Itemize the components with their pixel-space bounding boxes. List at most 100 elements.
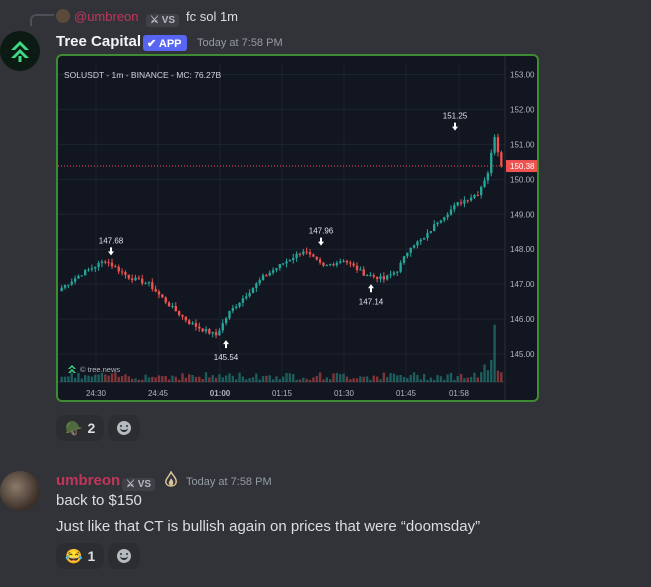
volume-bar [399, 374, 402, 382]
annotation-label: 145.54 [214, 353, 239, 362]
volume-bar [90, 376, 94, 382]
volume-bar [130, 378, 134, 382]
tree-logo-icon [68, 365, 76, 373]
candle-body [486, 173, 490, 181]
volume-bar [278, 379, 281, 382]
annotation-label: 147.96 [309, 227, 334, 236]
candle-body [120, 271, 124, 273]
candle-body [228, 311, 231, 319]
reply-guild-tag[interactable]: ⚔ VS [146, 10, 180, 27]
candle-body [382, 276, 386, 280]
check-icon: ✔ [147, 38, 157, 50]
volume-bar [198, 376, 201, 382]
candle-body [90, 268, 94, 270]
candle-body [271, 270, 275, 273]
bot-username[interactable]: Tree Capital [56, 33, 141, 50]
candle-body [130, 278, 134, 281]
chart-image[interactable]: 153.00 152.00 151.00 150.00 149.00 148.00 147.… [56, 54, 539, 402]
flame-badge-icon[interactable] [163, 470, 179, 489]
candle-body [164, 297, 167, 303]
volume-bar [188, 374, 191, 382]
candle-body [308, 252, 312, 255]
y-tick-label: 149.00 [510, 210, 535, 219]
y-tick-label: 152.00 [510, 105, 535, 114]
arrow-up-icon [368, 284, 374, 293]
candle-body [349, 262, 352, 264]
message-timestamp[interactable]: Today at 7:58 PM [197, 37, 283, 49]
volume-bar [171, 375, 174, 382]
candle-body [339, 261, 342, 263]
candle-body [372, 275, 375, 277]
volume-bar [433, 379, 436, 382]
reaction-count: 2 [87, 420, 96, 436]
reply-username[interactable]: @umbreon [74, 9, 139, 24]
candle-body [453, 205, 456, 210]
reply-text[interactable]: fc sol 1m [186, 9, 238, 24]
candle-body [490, 152, 493, 174]
volume-bar [292, 373, 295, 382]
add-reaction-button[interactable] [108, 543, 141, 569]
volume-bar [409, 375, 412, 382]
volume-bar [406, 378, 409, 382]
arrow-down-icon [108, 247, 114, 256]
candle-body [332, 264, 335, 266]
x-tick-label: 01:58 [449, 389, 470, 398]
user-username[interactable]: umbreon [56, 472, 120, 489]
candle-body [144, 283, 147, 285]
volume-bar [402, 376, 406, 382]
watermark-label: © tree.news [80, 365, 120, 374]
add-reaction-smile-icon [117, 549, 132, 563]
candle-body [446, 214, 449, 218]
volume-bar [124, 374, 127, 382]
annotation-label: 151.25 [443, 112, 468, 121]
volume-bar [224, 375, 228, 382]
volume-bar [476, 377, 480, 382]
volume-bar [238, 372, 241, 382]
volume-bar [265, 375, 268, 382]
volume-bar [164, 375, 167, 382]
volume-bar [305, 378, 308, 382]
candle-body [483, 180, 486, 187]
joy-emoji: 😂 [65, 547, 83, 564]
volume-bar [322, 379, 325, 382]
candle-body [419, 239, 422, 242]
user-message-timestamp[interactable]: Today at 7:58 PM [186, 476, 272, 488]
volume-bar [419, 379, 422, 382]
candle-body [87, 269, 90, 271]
volume-bar [483, 364, 486, 382]
candle-body [500, 152, 503, 167]
chart-title: SOLUSDT - 1m - BINANCE - MC: 76.27B [64, 70, 221, 80]
candle-body [137, 277, 141, 279]
volume-bar [362, 376, 365, 382]
candle-body [181, 314, 184, 317]
reply-avatar[interactable] [56, 9, 70, 23]
candle-body [298, 253, 302, 255]
volume-bar [144, 374, 147, 382]
volume-bar [177, 379, 181, 382]
volume-bar [389, 373, 392, 382]
add-reaction-button[interactable] [108, 415, 141, 441]
volume-bar [285, 373, 288, 382]
volume-bar [120, 375, 124, 382]
volume-bar [302, 377, 305, 382]
user-guild-tag[interactable]: ⚔ VS [122, 474, 156, 491]
candle-body [456, 202, 459, 206]
candle-body [261, 275, 265, 281]
candle-body [396, 271, 399, 273]
candle-body [114, 266, 117, 268]
volume-bar [372, 375, 375, 382]
volume-bar [211, 375, 214, 382]
user-avatar[interactable] [0, 471, 40, 511]
volume-bar [104, 374, 107, 382]
reaction-button[interactable]: 🪖 2 [56, 415, 105, 441]
candle-body [406, 252, 409, 257]
sword-icon: ⚔ [150, 15, 159, 26]
volume-bar [332, 373, 335, 382]
candle-body [315, 256, 318, 260]
candle-body [302, 251, 305, 255]
reaction-button[interactable]: 😂 1 [56, 543, 105, 569]
candle-body [399, 262, 402, 272]
bot-avatar[interactable] [0, 31, 40, 71]
candle-body [285, 261, 288, 264]
volume-bar [312, 377, 315, 382]
